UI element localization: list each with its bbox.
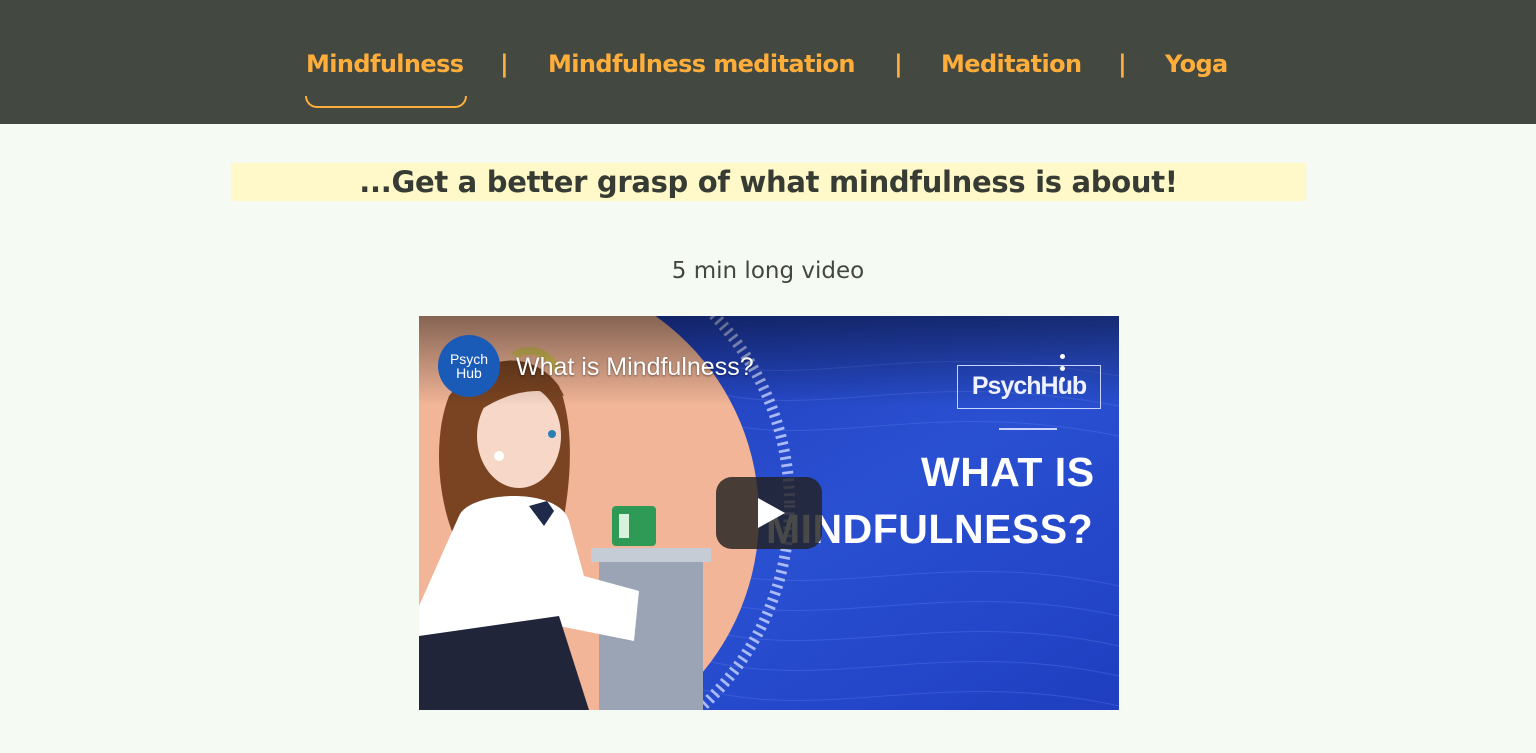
- nav-link-yoga[interactable]: Yoga: [1165, 47, 1228, 81]
- logo-divider: [999, 428, 1057, 430]
- psychhub-logo: PsychHub: [957, 365, 1101, 409]
- video-title[interactable]: What is Mindfulness?: [516, 350, 754, 384]
- top-navigation: Mindfulness | Mindfulness meditation | M…: [0, 0, 1536, 124]
- embedded-video-player[interactable]: Psych Hub What is Mindfulness? PsychHub …: [419, 316, 1119, 710]
- play-button[interactable]: [716, 477, 822, 549]
- nav-separator: |: [894, 50, 903, 78]
- nav-link-meditation[interactable]: Meditation: [941, 47, 1082, 81]
- nav-link-mindfulness-meditation[interactable]: Mindfulness meditation: [548, 47, 855, 81]
- thumbnail-heading-line1: WHAT IS: [921, 449, 1095, 495]
- play-icon: [758, 498, 785, 528]
- nav-separator: |: [1118, 50, 1127, 78]
- page-headline: ...Get a better grasp of what mindfulnes…: [359, 165, 1178, 199]
- active-nav-underline: [305, 96, 467, 108]
- channel-avatar-line1: Psych: [449, 351, 489, 367]
- channel-avatar-line2: Hub: [456, 365, 482, 381]
- channel-avatar[interactable]: Psych Hub: [438, 335, 500, 397]
- nav-separator: |: [500, 50, 509, 78]
- nav-link-mindfulness[interactable]: Mindfulness: [306, 47, 464, 81]
- video-length-caption: 5 min long video: [671, 258, 865, 284]
